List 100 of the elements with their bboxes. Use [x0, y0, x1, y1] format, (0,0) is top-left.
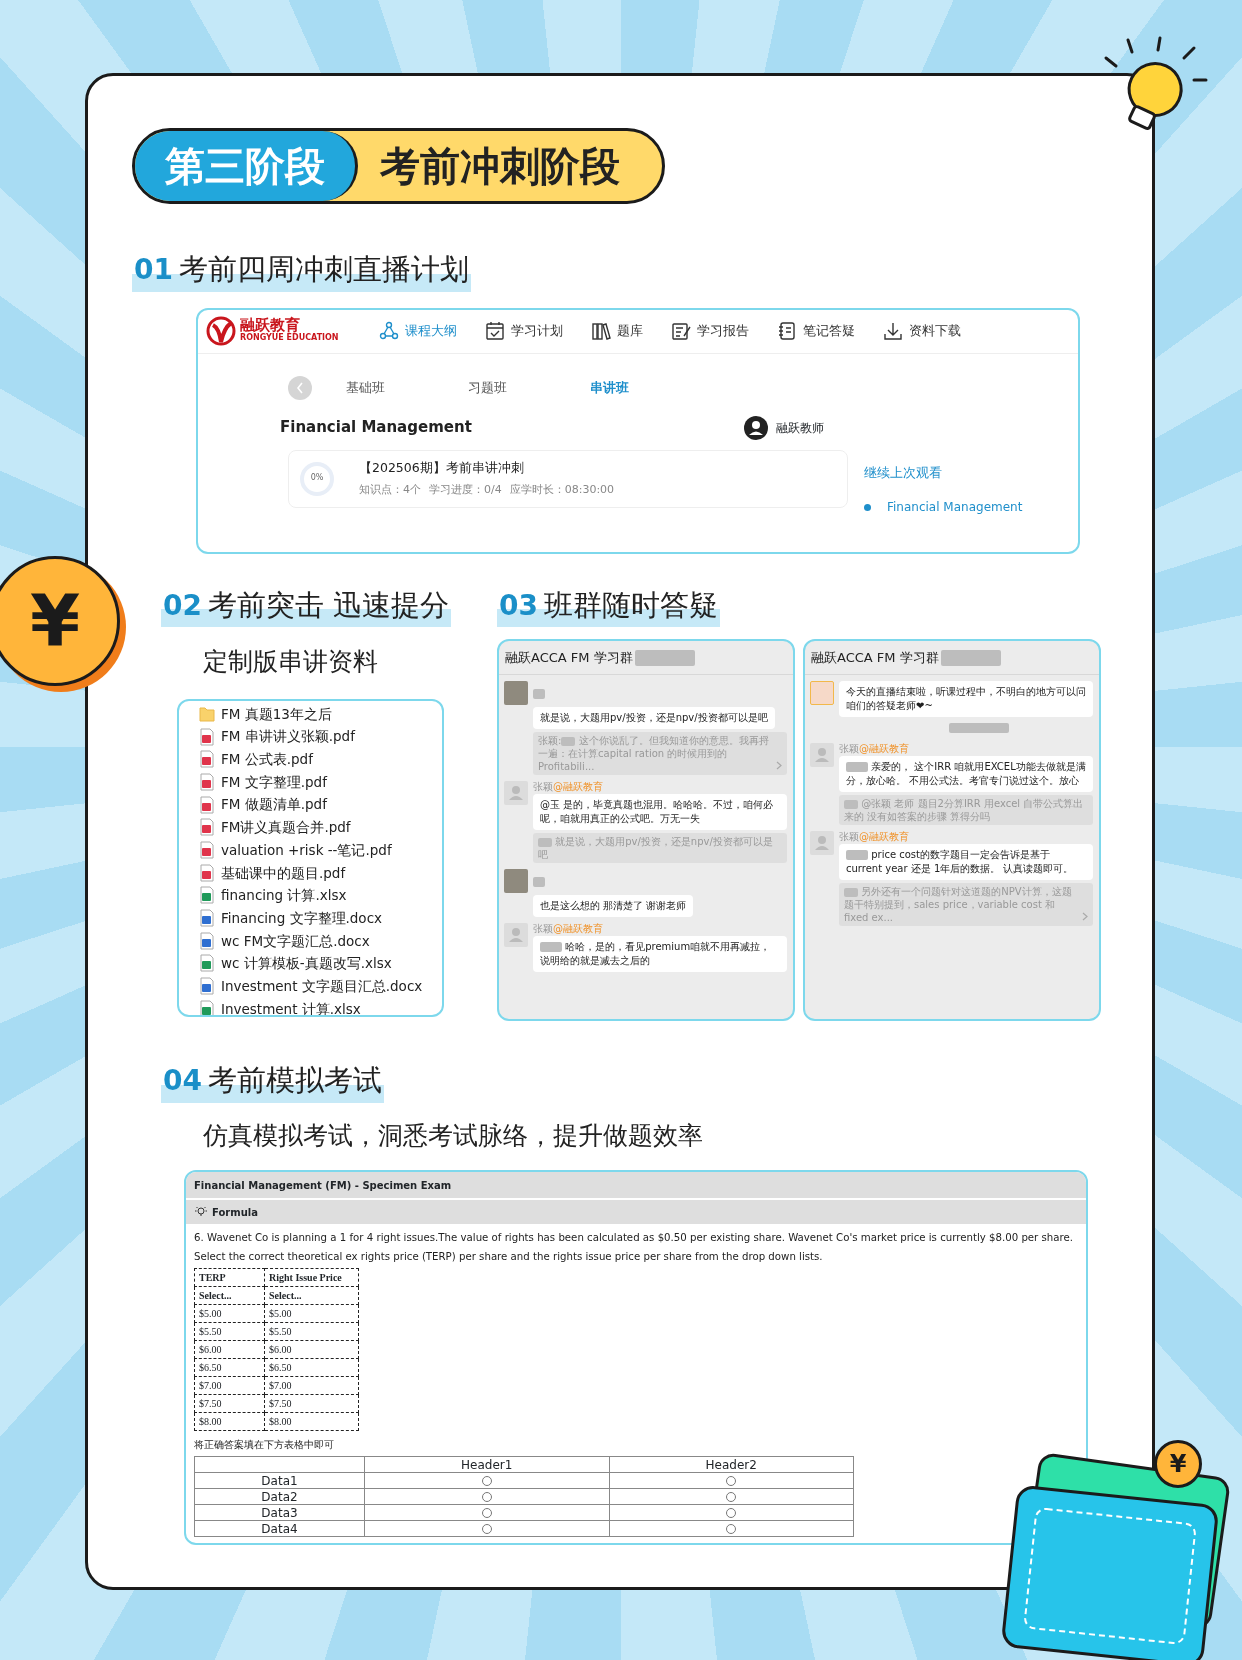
document-file-icon	[199, 909, 215, 928]
pdf-file-icon	[199, 840, 215, 859]
nav-item[interactable]: 笔记答疑	[776, 321, 855, 341]
column-header: Header2	[609, 1456, 854, 1473]
row-label: Data3	[194, 1504, 365, 1521]
chat-bubble: price cost的数字题目一定会告诉是基于current year 还是 1年后的数据。 认真读题即可。	[839, 844, 1093, 880]
file-item[interactable]: FM 做题清单.pdf	[199, 793, 442, 816]
user-avatar-icon	[744, 415, 768, 440]
chat-bubble: 哈哈，是的，看见premium咱就不用再减拉，说明给的就是减去之后的	[533, 936, 787, 972]
row-label: Data2	[194, 1488, 365, 1505]
sticker-avatar	[810, 681, 834, 705]
course-name: 【202506期】考前串讲冲刺	[359, 458, 525, 477]
table-cell: $5.00	[194, 1304, 265, 1323]
stage-label: 第三阶段	[135, 131, 358, 201]
lightbulb-icon	[194, 1206, 208, 1218]
resume-link[interactable]: 继续上次观看	[864, 463, 1023, 483]
user-avatar-icon	[810, 743, 834, 767]
sender-name: 张颖@融跃教育	[839, 743, 910, 755]
stage-title: 考前冲刺阶段	[379, 142, 621, 191]
section-number: 04	[163, 1063, 202, 1099]
nav-item[interactable]: 题库	[590, 321, 643, 341]
column-header: Header1	[364, 1456, 609, 1473]
section-number: 03	[499, 587, 538, 624]
table-header: TERP	[194, 1268, 265, 1287]
user-avatar-icon	[504, 923, 528, 947]
progress-label: 0%	[309, 471, 325, 484]
file-item[interactable]: financing 计算.xlsx	[199, 884, 442, 907]
chat-title: 融跃ACCA FM 学习群	[505, 648, 633, 667]
section-title: 考前突击 迅速提分	[207, 586, 450, 624]
books-icon	[590, 321, 611, 341]
teacher-name: 融跃教师	[776, 419, 824, 437]
course-title: Financial Management	[280, 417, 472, 439]
chat-bubble: 就是说，大题用pv/投资，还是npv/投资都可以是吧	[533, 707, 775, 729]
chat-bubble: 今天的直播结束啦，听课过程中，不明白的地方可以问咱们的答疑老师❤~	[839, 681, 1093, 717]
nav-item[interactable]: 学习报告	[670, 321, 749, 341]
pdf-file-icon	[199, 772, 215, 791]
photo-placeholder	[504, 869, 528, 893]
file-item[interactable]: wc FM文字题汇总.docx	[199, 929, 442, 953]
table-cell: $6.50	[264, 1358, 359, 1377]
sender-name: 张颖@融跃教育	[533, 923, 604, 935]
notebook-icon	[776, 321, 797, 341]
sender-name: 张颖@融跃教育	[533, 781, 604, 793]
table-header: Right Issue Price	[264, 1268, 359, 1287]
table-cell: $5.50	[264, 1322, 359, 1341]
recent-course-link[interactable]: Financial Management	[887, 498, 1023, 517]
document-file-icon	[199, 977, 215, 996]
dropdown-prompt: Select...	[264, 1286, 359, 1305]
file-item[interactable]: Investment 文字题目汇总.docx	[199, 974, 442, 998]
user-avatar-icon	[810, 831, 834, 855]
logo-subtitle: RONGYUE EDUCATION	[240, 333, 339, 344]
spreadsheet-file-icon	[199, 954, 215, 973]
table-cell: $8.00	[264, 1412, 359, 1431]
logo-icon	[206, 316, 236, 346]
section-title: 考前四周冲刺直播计划	[178, 251, 469, 288]
exam-title: Financial Management (FM) - Specimen Exam	[186, 1172, 1086, 1200]
file-item[interactable]: FM讲义真题合并.pdf	[199, 815, 442, 839]
file-item[interactable]: wc 计算模板-真题改写.xlsx	[199, 952, 442, 975]
folder-icon	[199, 704, 215, 723]
class-tab[interactable]: 习题班	[468, 377, 590, 398]
bullet-icon	[864, 503, 871, 511]
nav-item[interactable]: 学习计划	[484, 321, 563, 341]
pdf-file-icon	[199, 818, 215, 837]
nav-item[interactable]: 课程大纲	[378, 321, 457, 341]
table-cell: $7.50	[194, 1394, 265, 1413]
table-cell: $6.00	[194, 1340, 265, 1359]
instruction-text: 将正确答案填在下方表格中即可	[193, 1438, 335, 1452]
file-item[interactable]: 基础课中的题目.pdf	[199, 861, 442, 884]
pdf-file-icon	[199, 727, 215, 746]
coin-drawing: ¥	[1154, 1440, 1202, 1488]
nav-item[interactable]: 资料下载	[882, 321, 961, 341]
photo-placeholder	[504, 681, 528, 705]
table-cell: $6.00	[264, 1340, 359, 1359]
course-card[interactable]: 0% 【202506期】考前串讲冲刺 知识点：4个 学习进度：0/4 应学时长：08:30:00	[288, 449, 848, 508]
table-cell: $7.00	[264, 1376, 359, 1395]
file-item[interactable]: FM 真题13年之后	[199, 702, 442, 726]
question-text: 6. Wavenet Co is planning a 1 for 4 right issues.The value of rights has been calculated as $0.50 per existing share. Wavenet Co's market price is currently $8.00 per share.	[193, 1231, 1075, 1245]
pdf-file-icon	[199, 795, 215, 814]
file-item[interactable]: Financing 文字整理.docx	[199, 906, 442, 930]
chat-title: 融跃ACCA FM 学习群	[811, 648, 939, 667]
logo-name: 融跃教育	[240, 318, 301, 334]
section-subtitle: 定制版串讲资料	[203, 646, 379, 678]
class-tab[interactable]: 基础班	[346, 377, 468, 398]
class-tab[interactable]: 串讲班	[590, 377, 712, 398]
redacted-timestamp	[949, 723, 1009, 733]
calendar-icon	[484, 321, 505, 341]
section-title: 班群随时答疑	[543, 586, 718, 624]
table-cell: $7.00	[194, 1376, 265, 1395]
section-number: 02	[163, 587, 202, 624]
file-item[interactable]: FM 串讲讲义张颖.pdf	[199, 725, 442, 748]
section-number: 01	[134, 252, 173, 288]
formula-tool[interactable]: Formula	[186, 1200, 1086, 1224]
nodes-icon	[378, 321, 399, 341]
file-item[interactable]: FM 公式表.pdf	[199, 747, 442, 771]
file-item[interactable]: FM 文字整理.pdf	[199, 770, 442, 794]
file-item[interactable]: valuation +risk --笔记.pdf	[199, 838, 442, 862]
chat-bubble: 亲爱的， 这个IRR 咱就用EXCEL功能去做就是满分，放心哈。 不用公式法。考官专门说过这个。放心	[839, 756, 1093, 792]
course-meta: 知识点：4个	[359, 481, 421, 498]
chat-bubble: 也是这么想的 那清楚了 谢谢老师	[533, 895, 694, 917]
table-cell: $7.50	[264, 1394, 359, 1413]
report-icon	[670, 321, 691, 341]
